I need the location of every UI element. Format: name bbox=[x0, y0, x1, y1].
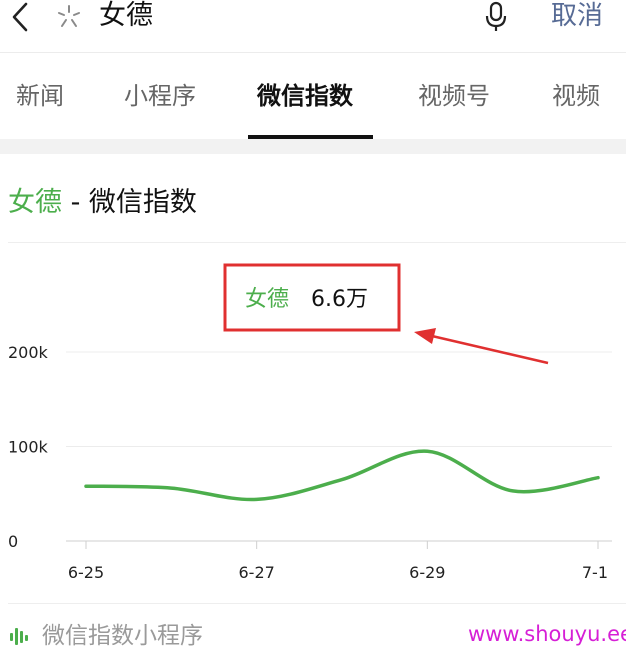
tab-videos[interactable]: 视频 bbox=[552, 79, 600, 113]
spark-icon bbox=[58, 5, 80, 27]
cancel-button[interactable]: 取消 bbox=[551, 0, 603, 34]
tab-wechat-index[interactable]: 微信指数 bbox=[257, 79, 353, 113]
search-input[interactable]: 女德 bbox=[99, 0, 153, 34]
section-gap bbox=[0, 139, 626, 154]
card-title-keyword[interactable]: 女德 bbox=[8, 187, 62, 218]
bottom-divider bbox=[8, 603, 626, 604]
tab-news[interactable]: 新闻 bbox=[16, 79, 64, 113]
page: 女德 取消 新闻 小程序 微信指数 视频号 视频 女德 - 微信指数 200k 1… bbox=[0, 0, 626, 650]
wechat-index-card: 女德 - 微信指数 bbox=[0, 154, 626, 650]
tab-mini-programs[interactable]: 小程序 bbox=[124, 79, 196, 113]
card-title-suffix: 微信指数 bbox=[88, 187, 197, 218]
tab-channels[interactable]: 视频号 bbox=[418, 79, 490, 113]
mic-icon[interactable] bbox=[483, 1, 509, 33]
watermark: www.shouyu.ee bbox=[468, 622, 626, 646]
mini-program-link[interactable]: 微信指数小程序 bbox=[8, 620, 203, 650]
search-bar: 女德 取消 bbox=[0, 0, 626, 53]
card-divider bbox=[8, 242, 626, 243]
mini-program-label: 微信指数小程序 bbox=[42, 623, 203, 649]
wave-icon bbox=[10, 628, 28, 645]
card-title: 女德 - 微信指数 bbox=[8, 184, 197, 222]
card-title-separator: - bbox=[62, 187, 89, 218]
back-icon[interactable] bbox=[8, 0, 34, 34]
tab-bar: 新闻 小程序 微信指数 视频号 视频 bbox=[0, 53, 626, 139]
